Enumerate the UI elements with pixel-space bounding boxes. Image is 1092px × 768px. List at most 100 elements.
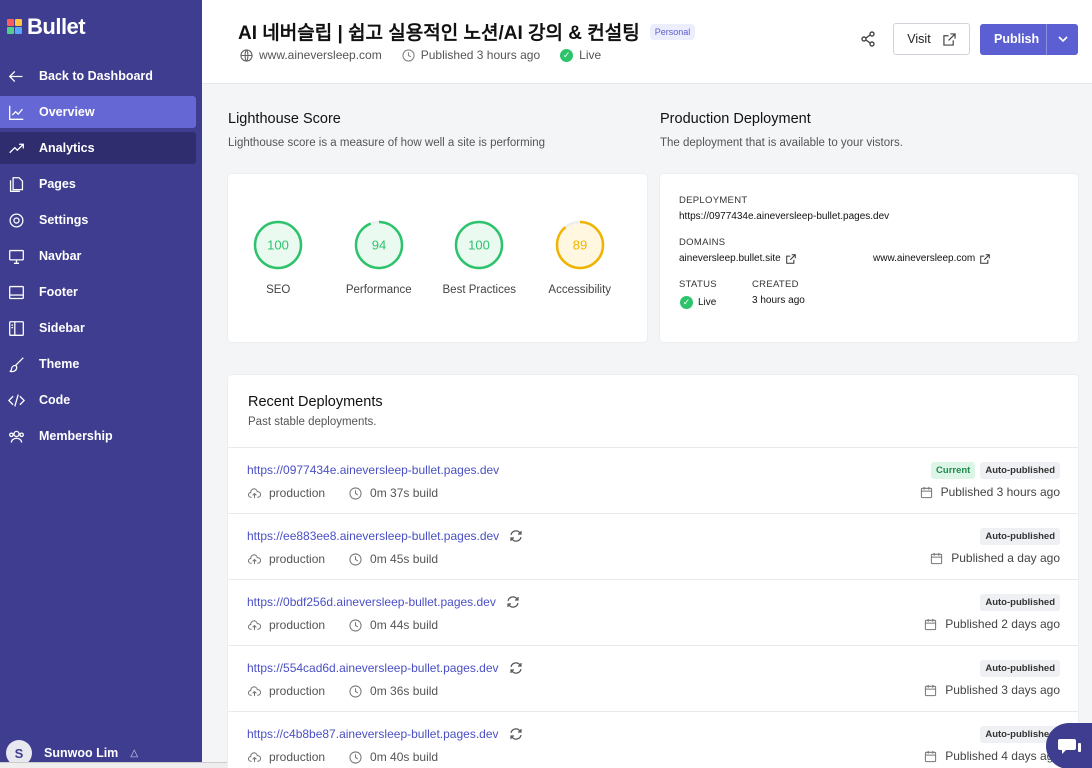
calendar-icon <box>931 552 943 564</box>
deployment-url-link[interactable]: https://c4b8be87.aineversleep-bullet.pag… <box>247 727 523 741</box>
production-title: Production Deployment <box>660 111 811 127</box>
refresh-icon[interactable] <box>506 595 520 609</box>
logo[interactable]: Bullet <box>7 14 86 40</box>
header-actions: Visit Publish <box>853 23 1078 55</box>
sidebar-item-overview[interactable]: Overview <box>0 96 196 128</box>
sidebar-item-analytics[interactable]: Analytics <box>0 132 196 164</box>
score-1: 94 Performance <box>329 219 430 296</box>
recent-deployments-card: Recent Deployments Past stable deploymen… <box>228 375 1078 768</box>
deployment-tags: Auto-published <box>980 660 1060 677</box>
deployment-url[interactable]: https://0977434e.aineversleep-bullet.pag… <box>679 211 889 222</box>
clock-icon <box>402 48 415 62</box>
score-2: 100 Best Practices <box>429 219 530 296</box>
users-icon <box>9 430 24 443</box>
refresh-icon[interactable] <box>509 727 523 741</box>
deployment-url-link[interactable]: https://0bdf256d.aineversleep-bullet.pag… <box>247 595 520 609</box>
score-value: 94 <box>372 238 386 253</box>
production-subtitle: The deployment that is available to your… <box>660 137 903 149</box>
domain-link-2[interactable]: www.aineversleep.com <box>873 253 991 264</box>
sidebar-item-footer[interactable]: Footer <box>0 276 196 308</box>
domain-link-1[interactable]: aineversleep.bullet.site <box>679 253 796 264</box>
site-meta: www.aineversleep.com Published 3 hours a… <box>240 48 601 62</box>
current-badge: Current <box>931 462 976 479</box>
score-value: 100 <box>468 238 490 253</box>
share-button[interactable] <box>853 24 883 54</box>
created-label: CREATED <box>752 279 799 290</box>
sidebar-item-membership[interactable]: Membership <box>0 420 196 452</box>
deployment-url-link[interactable]: https://0977434e.aineversleep-bullet.pag… <box>247 463 499 477</box>
cloud-upload-icon <box>248 553 261 564</box>
domains-label: DOMAINS <box>679 237 726 248</box>
sidebar-item-settings[interactable]: Settings <box>0 204 196 236</box>
deployment-info: production 0m 44s build <box>248 618 438 632</box>
trend-icon <box>9 143 24 153</box>
lighthouse-scores: 100 SEO 94 Performance 100 Best Practices 89 Ac… <box>228 219 646 296</box>
score-name: Best Practices <box>442 284 517 296</box>
deployment-url-link[interactable]: https://ee883ee8.aineversleep-bullet.pag… <box>247 529 523 543</box>
deployment-tags: Current Auto-published <box>931 462 1060 479</box>
auto-published-badge: Auto-published <box>980 660 1060 677</box>
score-ring: 100 <box>254 220 303 270</box>
publish-button[interactable]: Publish <box>980 23 1078 55</box>
score-value: 89 <box>573 238 587 253</box>
published-date: Published 4 days ago <box>924 749 1060 763</box>
score-ring: 94 <box>354 220 403 270</box>
back-to-dashboard[interactable]: Back to Dashboard <box>0 60 196 92</box>
auto-published-badge: Auto-published <box>980 528 1060 545</box>
globe-icon <box>240 48 253 62</box>
footer-icon <box>9 285 24 299</box>
deployment-tags: Auto-published <box>980 528 1060 545</box>
calendar-icon <box>920 486 932 498</box>
user-name: Sunwoo Lim <box>44 746 119 760</box>
deployment-url-link[interactable]: https://554cad6d.aineversleep-bullet.pag… <box>247 661 523 675</box>
deployment-list: https://0977434e.aineversleep-bullet.pag… <box>228 447 1078 768</box>
brush-icon <box>9 356 24 372</box>
sidebar-item-navbar[interactable]: Navbar <box>0 240 196 272</box>
code-icon <box>8 393 25 407</box>
sidebar-item-pages[interactable]: Pages <box>0 168 196 200</box>
live-status: ✓ Live <box>560 48 601 62</box>
clock-icon <box>349 552 362 566</box>
site-domain: www.aineversleep.com <box>240 48 382 62</box>
deployment-label: DEPLOYMENT <box>679 195 748 206</box>
browser-status-bar <box>0 762 262 768</box>
deployment-info: production 0m 37s build <box>248 486 438 500</box>
external-link-icon <box>943 32 956 46</box>
created-value: 3 hours ago <box>752 295 805 306</box>
table-row: https://c4b8be87.aineversleep-bullet.pag… <box>228 711 1078 768</box>
cloud-upload-icon <box>248 685 261 696</box>
status-label: STATUS <box>679 279 717 290</box>
deployment-info: production 0m 40s build <box>248 750 438 764</box>
sidebar-item-code[interactable]: Code <box>0 384 196 416</box>
score-0: 100 SEO <box>228 219 329 296</box>
clock-icon <box>349 684 362 698</box>
arrow-left-icon <box>8 70 23 82</box>
plan-badge: Personal <box>649 23 696 40</box>
table-row: https://554cad6d.aineversleep-bullet.pag… <box>228 645 1078 711</box>
auto-published-badge: Auto-published <box>980 462 1060 479</box>
chart-icon <box>9 105 24 120</box>
calendar-icon <box>925 618 937 630</box>
chevron-down-icon[interactable] <box>1046 23 1078 55</box>
clock-icon <box>349 486 362 500</box>
check-circle-icon: ✓ <box>680 296 693 309</box>
site-header: AI 네버슬립 | 쉽고 실용적인 노션/AI 강의 & 컨설팅 Persona… <box>202 0 1092 84</box>
monitor-icon <box>9 249 24 264</box>
recent-title: Recent Deployments <box>248 394 383 410</box>
calendar-icon <box>925 750 937 762</box>
refresh-icon[interactable] <box>509 661 523 675</box>
visit-button[interactable]: Visit <box>893 23 970 55</box>
sidebar-item-sidebar[interactable]: Sidebar <box>0 312 196 344</box>
score-value: 100 <box>267 238 289 253</box>
brand-name: Bullet <box>27 14 86 39</box>
refresh-icon[interactable] <box>509 529 523 543</box>
clock-icon <box>349 750 362 764</box>
check-circle-icon: ✓ <box>560 48 574 62</box>
pages-icon <box>9 176 24 192</box>
bullet-logo-icon <box>7 19 23 35</box>
sidebar-icon <box>9 320 24 336</box>
score-ring: 89 <box>555 220 604 270</box>
chat-support-button[interactable] <box>1046 723 1092 768</box>
sidebar-item-theme[interactable]: Theme <box>0 348 196 380</box>
cloud-upload-icon <box>248 619 261 630</box>
